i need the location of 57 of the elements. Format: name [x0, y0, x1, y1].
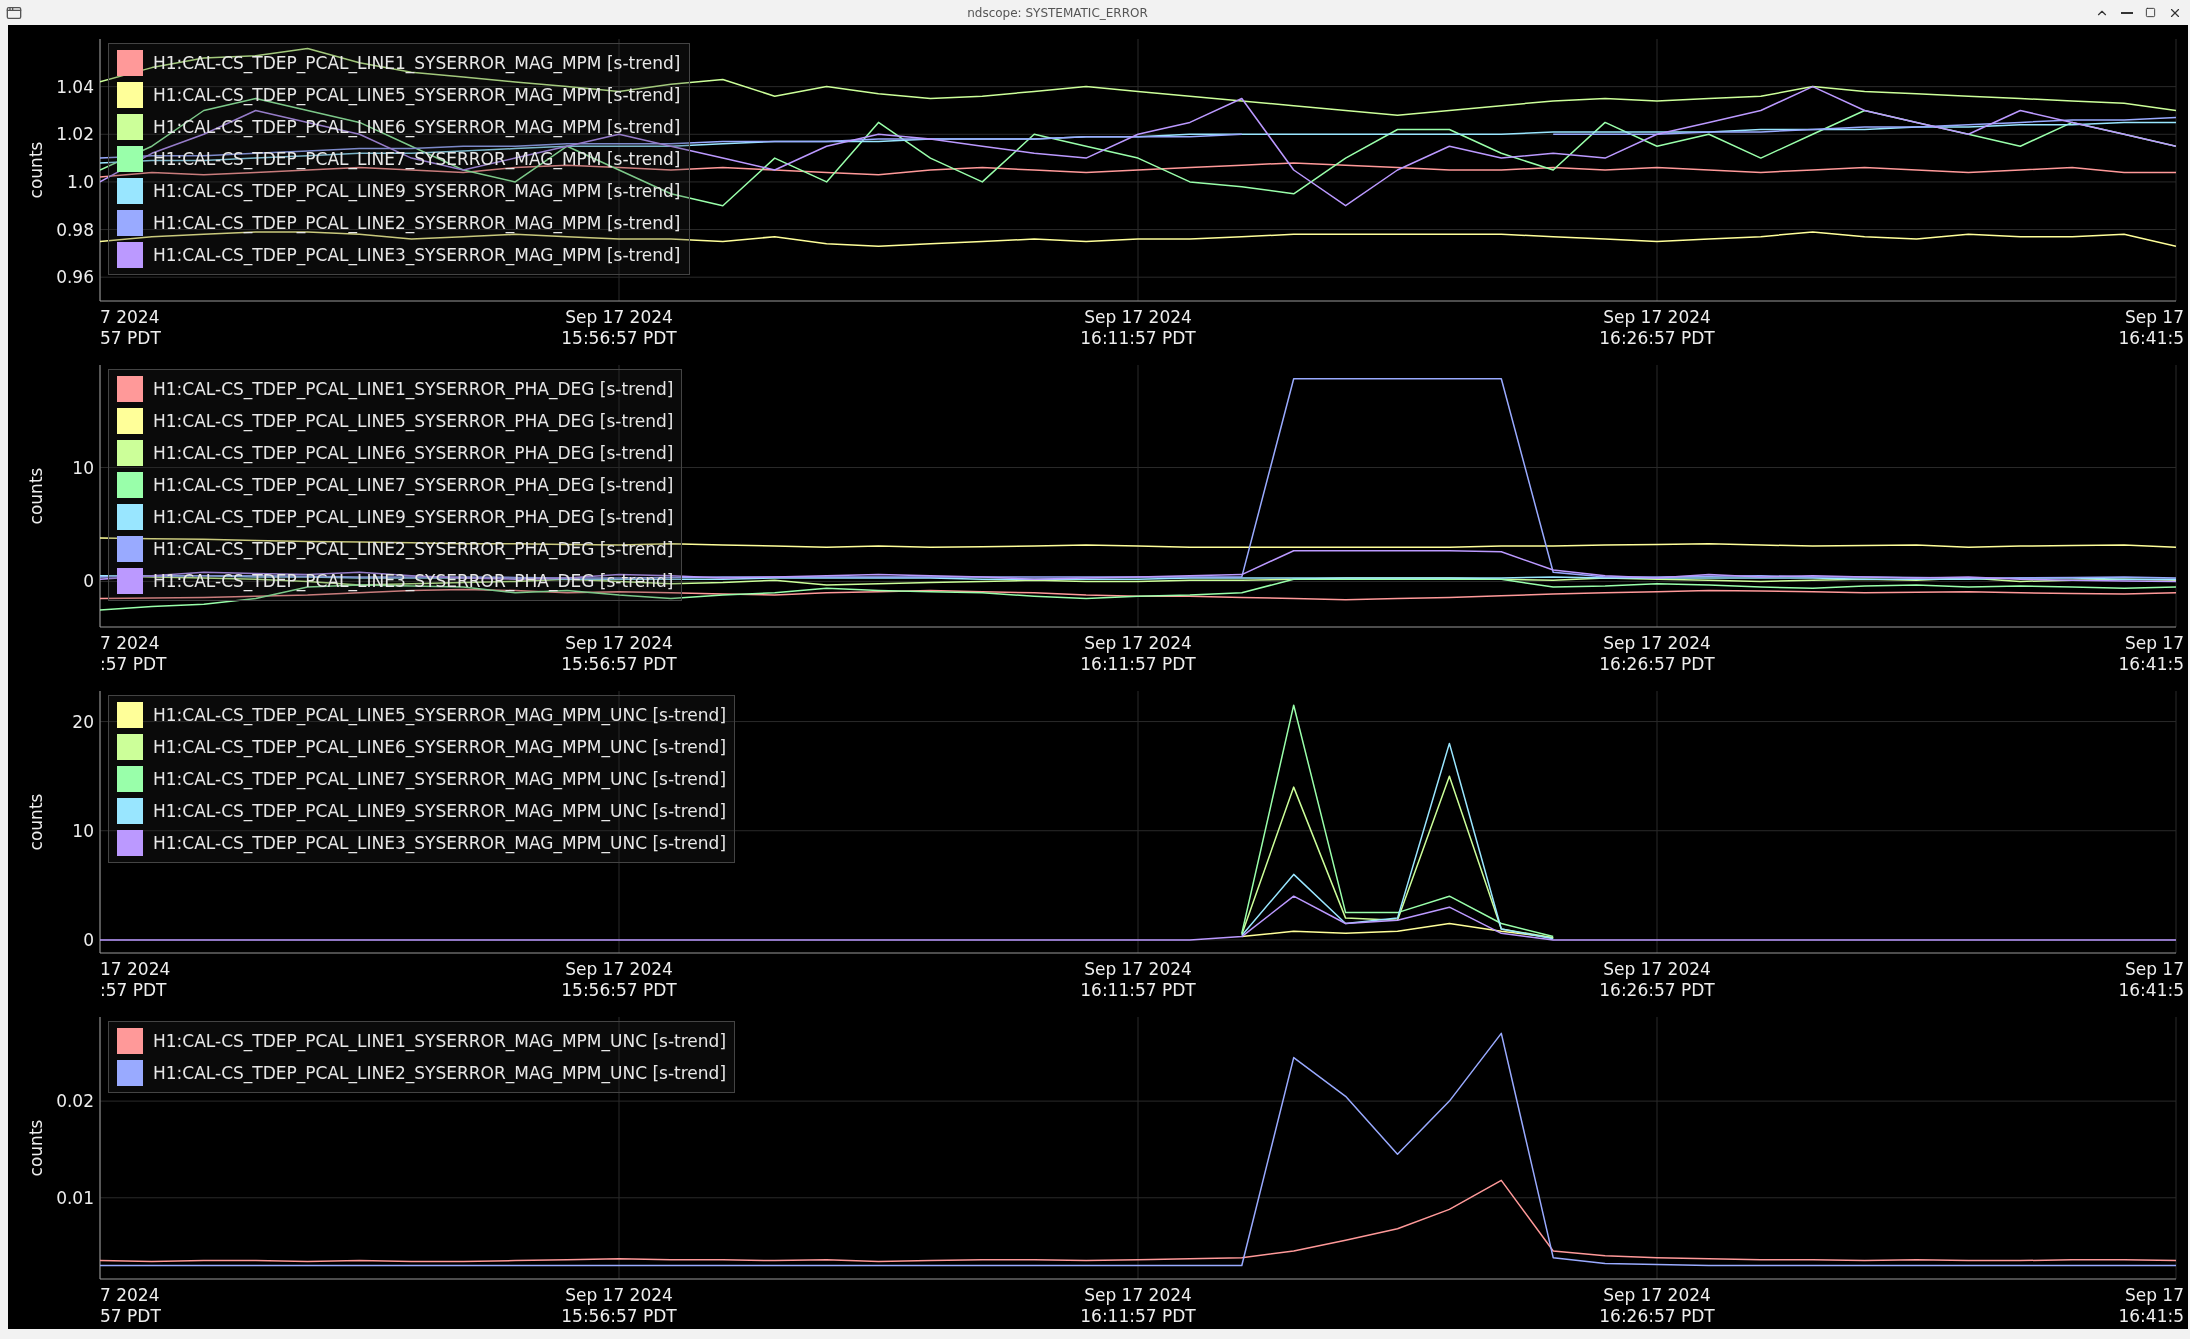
y-tick-label: 10 — [72, 820, 94, 841]
legend-label: H1:CAL-CS_TDEP_PCAL_LINE5_SYSERROR_PHA_DEG [s-trend] — [153, 411, 674, 431]
x-tick-label: Sep 17 2024 16:11:57 PDT — [1080, 307, 1196, 348]
legend-label: H1:CAL-CS_TDEP_PCAL_LINE5_SYSERROR_MAG_MPM [s-trend] — [153, 85, 681, 105]
axis-title: counts — [26, 467, 46, 525]
y-tick-label: 0.96 — [56, 267, 94, 288]
y-tick-label: 0 — [83, 571, 94, 592]
x-tick-label: Sep 17 2024 15:56:57 PDT — [561, 633, 677, 674]
y-tick-label: 0.01 — [56, 1187, 94, 1208]
x-tick-label: Sep 17 2024 16:26:57 PDT — [1599, 633, 1715, 674]
x-tick-label: Sep 17 2024 16:11:57 PDT — [1080, 1285, 1196, 1326]
minimize-icon — [2121, 11, 2133, 14]
axis-title: counts — [26, 793, 46, 851]
x-tick-label: 7 2024 57 PDT — [100, 307, 161, 348]
y-tick-label: 1.04 — [56, 76, 94, 97]
y-tick-label: 10 — [72, 457, 94, 478]
legend-label: H1:CAL-CS_TDEP_PCAL_LINE3_SYSERROR_MAG_MPM [s-trend] — [153, 245, 681, 265]
legend-label: H1:CAL-CS_TDEP_PCAL_LINE2_SYSERROR_PHA_DEG [s-trend] — [153, 539, 674, 559]
x-tick-label: Sep 17 2024 16:11:57 PDT — [1080, 633, 1196, 674]
x-tick-label: Sep 17 16:41:5 — [2118, 633, 2184, 674]
x-tick-label: Sep 17 2024 15:56:57 PDT — [561, 1285, 677, 1326]
x-tick-label: Sep 17 2024 15:56:57 PDT — [561, 959, 677, 1000]
x-tick-label: 7 2024 :57 PDT — [100, 633, 167, 674]
legend-label: H1:CAL-CS_TDEP_PCAL_LINE1_SYSERROR_MAG_MPM_UNC [s-trend] — [153, 1031, 727, 1051]
x-tick-label: Sep 17 16:41:5 — [2118, 959, 2184, 1000]
y-tick-label: 1.02 — [56, 124, 94, 145]
legend-label: H1:CAL-CS_TDEP_PCAL_LINE7_SYSERROR_MAG_MPM_UNC [s-trend] — [153, 769, 727, 789]
window-title: ndscope: SYSTEMATIC_ERROR — [966, 5, 1149, 20]
x-tick-label: Sep 17 2024 16:11:57 PDT — [1080, 959, 1196, 1000]
legend-label: H1:CAL-CS_TDEP_PCAL_LINE2_SYSERROR_MAG_MPM [s-trend] — [153, 213, 681, 233]
maximize-icon — [2145, 7, 2156, 18]
legend-label: H1:CAL-CS_TDEP_PCAL_LINE7_SYSERROR_PHA_DEG [s-trend] — [153, 475, 674, 495]
x-tick-label: Sep 17 16:41:5 — [2118, 1285, 2184, 1326]
y-tick-label: 20 — [72, 711, 94, 732]
legend-label: H1:CAL-CS_TDEP_PCAL_LINE3_SYSERROR_MAG_MPM_UNC [s-trend] — [153, 833, 727, 853]
axis-title: counts — [26, 1119, 46, 1177]
y-tick-label: 0.02 — [56, 1091, 94, 1112]
legend-label: H1:CAL-CS_TDEP_PCAL_LINE6_SYSERROR_PHA_DEG [s-trend] — [153, 443, 674, 463]
legend-label: H1:CAL-CS_TDEP_PCAL_LINE2_SYSERROR_MAG_MPM_UNC [s-trend] — [153, 1063, 727, 1083]
window-icon — [6, 4, 22, 21]
x-tick-label: Sep 17 2024 16:26:57 PDT — [1599, 1285, 1715, 1326]
legend-label: H1:CAL-CS_TDEP_PCAL_LINE9_SYSERROR_MAG_MPM_UNC [s-trend] — [153, 801, 727, 821]
x-tick-label: Sep 17 16:41:5 — [2118, 307, 2184, 348]
legend-label: H1:CAL-CS_TDEP_PCAL_LINE5_SYSERROR_MAG_MPM_UNC [s-trend] — [153, 705, 727, 725]
x-tick-label: Sep 17 2024 15:56:57 PDT — [561, 307, 677, 348]
x-tick-label: 17 2024 :57 PDT — [100, 959, 171, 1000]
x-tick-label: Sep 17 2024 16:26:57 PDT — [1599, 307, 1715, 348]
x-tick-label: 7 2024 57 PDT — [100, 1285, 161, 1326]
maximize-button[interactable] — [2143, 5, 2158, 20]
y-tick-label: 0 — [83, 929, 94, 950]
legend-label: H1:CAL-CS_TDEP_PCAL_LINE6_SYSERROR_MAG_MPM_UNC [s-trend] — [153, 737, 727, 757]
y-tick-label: 0.98 — [56, 219, 94, 240]
x-tick-label: Sep 17 2024 16:26:57 PDT — [1599, 959, 1715, 1000]
y-tick-label: 1.0 — [66, 171, 94, 192]
legend-label: H1:CAL-CS_TDEP_PCAL_LINE1_SYSERROR_PHA_DEG [s-trend] — [153, 379, 674, 399]
axis-title: counts — [26, 141, 46, 199]
legend-label: H1:CAL-CS_TDEP_PCAL_LINE9_SYSERROR_PHA_DEG [s-trend] — [153, 507, 674, 527]
